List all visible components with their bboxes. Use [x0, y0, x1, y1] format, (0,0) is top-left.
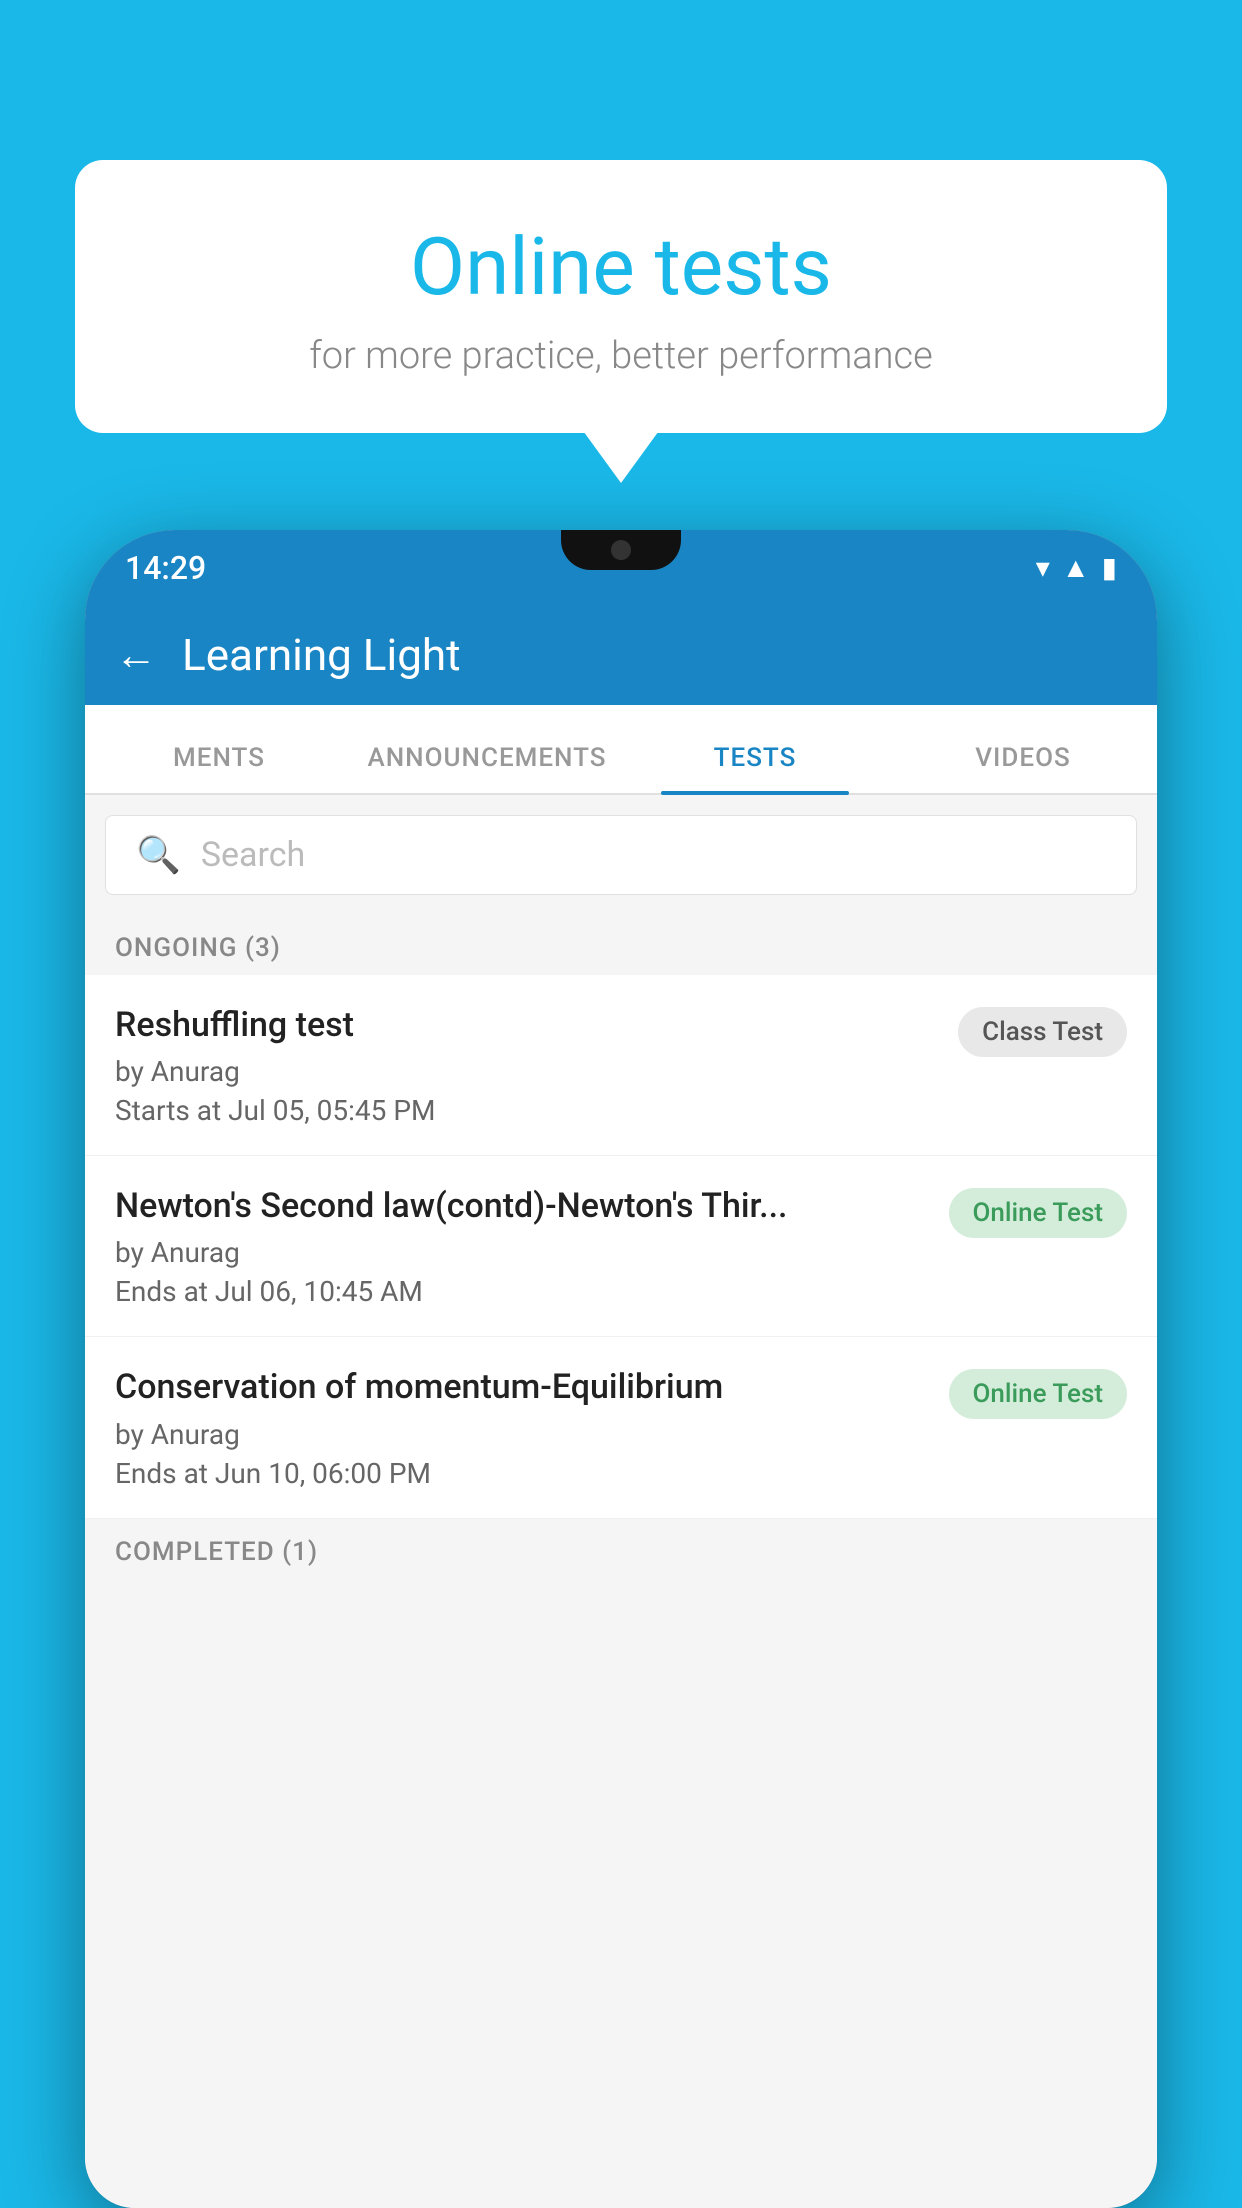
- test-badge-online: Online Test: [949, 1188, 1128, 1238]
- phone-notch: [561, 530, 681, 570]
- test-info: Reshuffling test by Anurag Starts at Jul…: [115, 1003, 938, 1127]
- test-time: Starts at Jul 05, 05:45 PM: [115, 1094, 938, 1127]
- test-name: Reshuffling test: [115, 1003, 938, 1047]
- wifi-icon: ▾: [1036, 551, 1050, 584]
- test-time: Ends at Jul 06, 10:45 AM: [115, 1275, 929, 1308]
- back-button[interactable]: ←: [115, 631, 157, 680]
- status-bar: 14:29 ▾ ▲ ▮: [85, 530, 1157, 605]
- phone-screen: 14:29 ▾ ▲ ▮ ← Learning Light MENTS ANNOU…: [85, 530, 1157, 2208]
- time-value: Jun 10, 06:00 PM: [215, 1457, 431, 1490]
- bubble-subtitle: for more practice, better performance: [125, 334, 1117, 378]
- test-info: Conservation of momentum-Equilibrium by …: [115, 1365, 929, 1489]
- tab-announcements[interactable]: ANNOUNCEMENTS: [353, 743, 621, 793]
- time-value: Jul 06, 10:45 AM: [215, 1275, 423, 1308]
- signal-icon: ▲: [1062, 551, 1090, 584]
- bubble-title: Online tests: [125, 220, 1117, 314]
- search-placeholder: Search: [201, 835, 305, 875]
- app-header: ← Learning Light: [85, 605, 1157, 705]
- test-item[interactable]: Newton's Second law(contd)-Newton's Thir…: [85, 1156, 1157, 1337]
- test-time: Ends at Jun 10, 06:00 PM: [115, 1457, 929, 1490]
- camera: [611, 540, 631, 560]
- status-time: 14:29: [125, 549, 206, 587]
- test-item[interactable]: Reshuffling test by Anurag Starts at Jul…: [85, 975, 1157, 1156]
- ongoing-section-header: ONGOING (3): [85, 915, 1157, 975]
- completed-section-header: COMPLETED (1): [85, 1519, 1157, 1579]
- search-icon: 🔍: [136, 834, 181, 876]
- tab-bar: MENTS ANNOUNCEMENTS TESTS VIDEOS: [85, 705, 1157, 795]
- status-icons: ▾ ▲ ▮: [1036, 551, 1117, 584]
- test-list: Reshuffling test by Anurag Starts at Jul…: [85, 975, 1157, 1519]
- time-label: Ends at: [115, 1275, 208, 1308]
- test-badge-class: Class Test: [958, 1007, 1127, 1057]
- test-author: by Anurag: [115, 1418, 929, 1451]
- tab-videos[interactable]: VIDEOS: [889, 743, 1157, 793]
- time-value: Jul 05, 05:45 PM: [228, 1094, 435, 1127]
- search-bar[interactable]: 🔍 Search: [105, 815, 1137, 895]
- speech-bubble: Online tests for more practice, better p…: [75, 160, 1167, 433]
- tab-tests[interactable]: TESTS: [621, 743, 889, 793]
- test-name: Conservation of momentum-Equilibrium: [115, 1365, 929, 1409]
- test-info: Newton's Second law(contd)-Newton's Thir…: [115, 1184, 929, 1308]
- app-title: Learning Light: [182, 629, 461, 681]
- time-label: Ends at: [115, 1457, 208, 1490]
- tab-ments[interactable]: MENTS: [85, 743, 353, 793]
- test-author: by Anurag: [115, 1236, 929, 1269]
- time-label: Starts at: [115, 1094, 221, 1127]
- phone-device: 14:29 ▾ ▲ ▮ ← Learning Light MENTS ANNOU…: [85, 530, 1157, 2208]
- test-name: Newton's Second law(contd)-Newton's Thir…: [115, 1184, 929, 1228]
- test-badge-online: Online Test: [949, 1369, 1128, 1419]
- test-item[interactable]: Conservation of momentum-Equilibrium by …: [85, 1337, 1157, 1518]
- test-author: by Anurag: [115, 1055, 938, 1088]
- screen-content: 🔍 Search ONGOING (3) Reshuffling test by…: [85, 795, 1157, 2208]
- battery-icon: ▮: [1102, 551, 1117, 584]
